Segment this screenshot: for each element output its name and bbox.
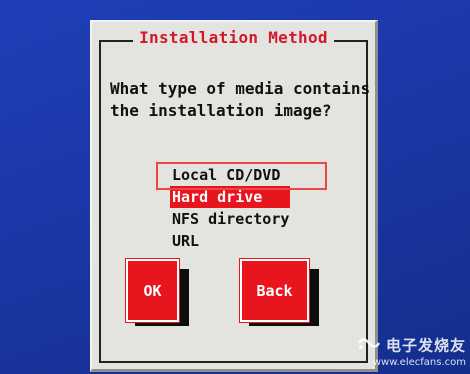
option-url[interactable]: URL [170,230,290,252]
prompt-line-2: the installation image? [110,101,332,120]
ok-button[interactable]: OK [125,258,180,323]
elecfans-logo-icon [357,334,381,356]
watermark-url: www.elecfans.com [372,357,466,368]
prompt-text: What type of media contains the installa… [110,78,372,122]
media-options-list: Local CD/DVD Hard drive NFS directory UR… [170,164,290,252]
dialog-title: Installation Method [133,28,334,47]
option-nfs-directory[interactable]: NFS directory [170,208,290,230]
option-local-cd-dvd[interactable]: Local CD/DVD [170,164,290,186]
watermark: 电子发烧友 www.elecfans.com [357,334,466,368]
option-hard-drive[interactable]: Hard drive [170,186,290,208]
back-button[interactable]: Back [239,258,310,323]
watermark-brand: 电子发烧友 [385,336,466,355]
prompt-line-1: What type of media contains [110,79,371,98]
